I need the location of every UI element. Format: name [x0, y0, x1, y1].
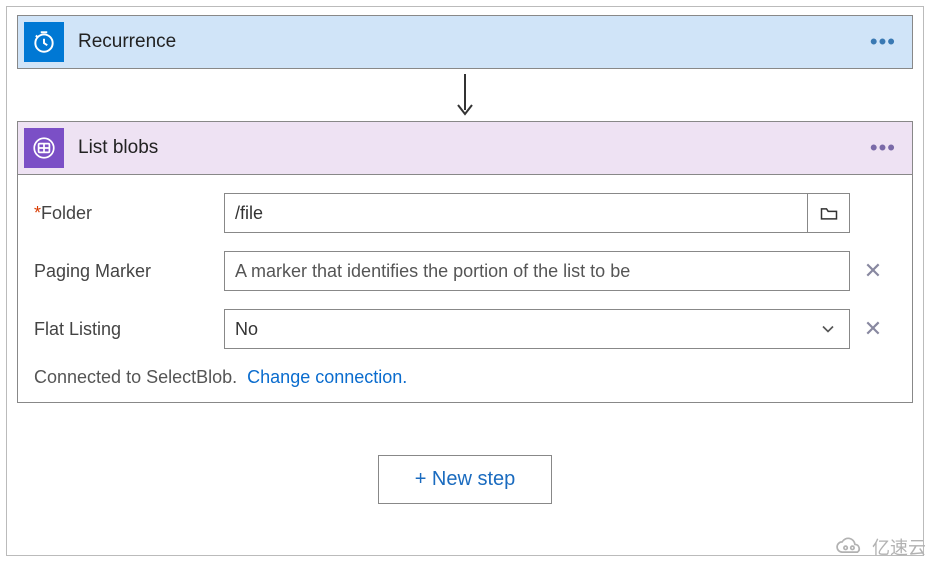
folder-row: *Folder — [34, 193, 896, 233]
recurrence-title: Recurrence — [78, 31, 866, 53]
watermark-text: 亿速云 — [872, 534, 926, 560]
flow-arrow — [17, 69, 913, 121]
list-blobs-header[interactable]: List blobs ••• — [18, 122, 912, 175]
folder-picker-button[interactable] — [807, 194, 849, 232]
designer-canvas: Recurrence ••• List blobs ••• — [6, 6, 924, 556]
close-icon: ✕ — [864, 258, 882, 284]
watermark: 亿速云 — [832, 534, 926, 560]
folder-input[interactable] — [225, 194, 807, 232]
list-blobs-title: List blobs — [78, 137, 866, 159]
more-icon[interactable]: ••• — [866, 29, 900, 55]
paging-marker-label: Paging Marker — [34, 261, 224, 282]
storage-icon — [24, 128, 64, 168]
close-icon: ✕ — [864, 316, 882, 342]
new-step-wrap: + New step — [17, 455, 913, 504]
folder-input-wrap — [224, 193, 850, 233]
flat-listing-clear-button[interactable]: ✕ — [850, 316, 896, 342]
paging-marker-input[interactable] — [225, 252, 849, 290]
chevron-down-icon — [818, 319, 838, 339]
flat-listing-select-wrap[interactable]: No — [224, 309, 850, 349]
paging-marker-input-wrap — [224, 251, 850, 291]
flat-listing-dropdown-button[interactable] — [807, 310, 849, 348]
connection-text: Connected to SelectBlob. — [34, 367, 237, 387]
clock-icon — [24, 22, 64, 62]
flat-listing-row: Flat Listing No ✕ — [34, 309, 896, 349]
more-icon[interactable]: ••• — [866, 135, 900, 161]
list-blobs-body: *Folder Paging Marker — [18, 175, 912, 402]
change-connection-link[interactable]: Change connection. — [247, 367, 407, 387]
paging-marker-row: Paging Marker ✕ — [34, 251, 896, 291]
folder-icon — [819, 203, 839, 223]
recurrence-header: Recurrence ••• — [18, 16, 912, 68]
cloud-icon — [832, 536, 866, 558]
connection-line: Connected to SelectBlob. Change connecti… — [34, 367, 896, 388]
recurrence-card[interactable]: Recurrence ••• — [17, 15, 913, 69]
paging-marker-clear-button[interactable]: ✕ — [850, 258, 896, 284]
flat-listing-value: No — [225, 310, 807, 348]
list-blobs-card: List blobs ••• *Folder — [17, 121, 913, 403]
new-step-button[interactable]: + New step — [378, 455, 553, 504]
folder-label: *Folder — [34, 203, 224, 224]
flat-listing-label: Flat Listing — [34, 319, 224, 340]
